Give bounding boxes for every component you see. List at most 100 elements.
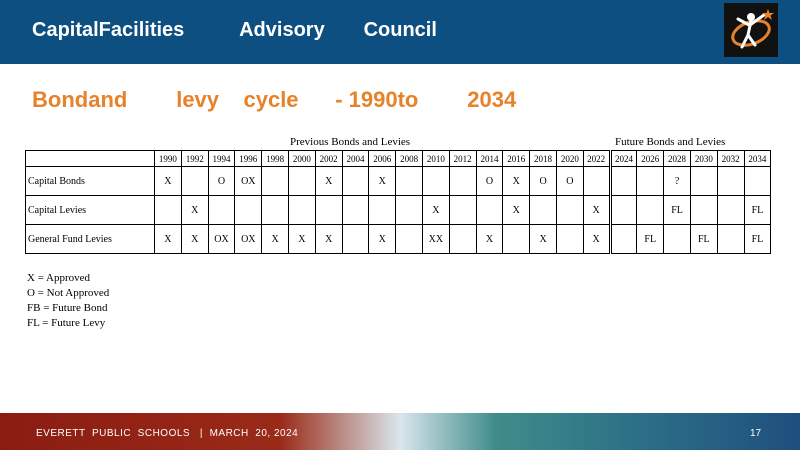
table-cell: X <box>154 166 182 196</box>
future-bonds-header: Future Bonds and Levies <box>615 136 726 148</box>
year-header-cell: 2018 <box>529 150 557 167</box>
slide-subtitle: Bondand levy cycle - 1990to 2034 <box>32 87 517 112</box>
table-cell: FL <box>689 224 718 254</box>
table-cell: XX <box>421 224 450 254</box>
table-cell: X <box>368 166 397 196</box>
district-logo-icon <box>724 3 778 57</box>
table-cell <box>636 166 665 196</box>
table-cell <box>234 195 263 225</box>
table-cell <box>636 195 665 225</box>
table-cell <box>341 224 370 254</box>
table-cell: ? <box>663 166 691 196</box>
table-cell <box>743 166 772 196</box>
table-cell: X <box>502 166 531 196</box>
table-cell <box>663 224 691 254</box>
table-cell: X <box>421 195 450 225</box>
year-header-cell: 1998 <box>261 150 289 167</box>
table-cell <box>395 195 423 225</box>
legend-item: X = Approved <box>27 272 91 284</box>
table-cell <box>689 195 718 225</box>
table-cell: FL <box>743 195 772 225</box>
table-cell <box>261 195 289 225</box>
year-header-cell: 1992 <box>180 150 209 167</box>
previous-bonds-header: Previous Bonds and Levies <box>290 136 411 148</box>
table-cell <box>287 195 316 225</box>
table-cell: FL <box>636 224 665 254</box>
table-cell: X <box>475 224 504 254</box>
table-cell <box>608 195 638 225</box>
table-cell <box>314 195 343 225</box>
year-header-cell: 2004 <box>341 150 370 167</box>
header-bar: CapitalFacilities Advisory Council <box>0 0 800 64</box>
table-cell <box>154 195 182 225</box>
legend-item: O = Not Approved <box>27 287 110 299</box>
page-number: 17 <box>750 428 762 439</box>
table-cell <box>368 195 397 225</box>
table-cell: O <box>529 166 557 196</box>
year-header-cell: 2006 <box>368 150 397 167</box>
year-header-row: 1990 1992 1994 1996 1998 2000 2002 2004 2006 2008… <box>25 150 772 167</box>
table-cell: FL <box>743 224 772 254</box>
table-cell: X <box>502 195 531 225</box>
table-cell <box>395 166 423 196</box>
table-cell <box>341 195 370 225</box>
table-cell: OX <box>234 224 263 254</box>
table-cell: X <box>582 195 611 225</box>
table-cell: O <box>555 166 584 196</box>
table-cell <box>716 224 745 254</box>
slide-title: CapitalFacilities Advisory Council <box>32 19 437 41</box>
table-cell: O <box>207 166 236 196</box>
table-cell <box>502 224 531 254</box>
year-header-cell: 2030 <box>689 150 718 167</box>
table-row: Capital Bonds X O OX X X O X O O? <box>25 166 772 196</box>
row-label: Capital Bonds <box>25 166 155 196</box>
table-cell <box>555 224 584 254</box>
row-label: Capital Levies <box>25 195 155 225</box>
legend: X = Approved O = Not Approved FB = Future … <box>27 271 109 331</box>
year-header-cell: 2012 <box>448 150 477 167</box>
legend-item: FL = Future Levy <box>27 317 106 329</box>
table-cell: X <box>582 224 611 254</box>
table-cell <box>716 195 745 225</box>
footer-text: EVERETT PUBLIC SCHOOLS | MARCH 20, 2024 <box>36 428 299 439</box>
year-header-cell: 2000 <box>287 150 316 167</box>
legend-item: FB = Future Bond <box>27 302 108 314</box>
year-header-cell: 2034 <box>743 150 772 167</box>
year-header-cell: 2028 <box>663 150 691 167</box>
table-cell: X <box>154 224 182 254</box>
year-header-cell: 1990 <box>154 150 182 167</box>
table-cell <box>689 166 718 196</box>
table-cell <box>608 166 638 196</box>
table-cell <box>716 166 745 196</box>
year-header-cell: 2032 <box>716 150 745 167</box>
table-cell: FL <box>663 195 691 225</box>
table-cell <box>582 166 611 196</box>
table-cell <box>608 224 638 254</box>
table-cell <box>341 166 370 196</box>
table-cell: O <box>475 166 504 196</box>
table-cell: X <box>314 224 343 254</box>
table-cell <box>555 195 584 225</box>
table-cell <box>529 195 557 225</box>
table-cell: X <box>529 224 557 254</box>
table-corner-cell <box>25 150 155 167</box>
table-cell: X <box>180 195 209 225</box>
table-cell: X <box>287 224 316 254</box>
table-cell <box>180 166 209 196</box>
table-cell: X <box>180 224 209 254</box>
bond-levy-table: 1990 1992 1994 1996 1998 2000 2002 2004 2006 2008… <box>25 150 772 254</box>
year-header-cell: 2020 <box>555 150 584 167</box>
table-cell <box>448 195 477 225</box>
year-header-cell: 2024 <box>608 150 638 167</box>
table-cell <box>395 224 423 254</box>
table-cell <box>421 166 450 196</box>
year-header-cell: 2026 <box>636 150 665 167</box>
table-row: General Fund Levies X X OX OX X X X X XX X X X FL FL FL <box>25 224 772 254</box>
table-cell <box>287 166 316 196</box>
table-cell: X <box>314 166 343 196</box>
table-cell: OX <box>207 224 236 254</box>
table-cell <box>261 166 289 196</box>
year-header-cell: 2014 <box>475 150 504 167</box>
year-header-cell: 1996 <box>234 150 263 167</box>
year-header-cell: 2022 <box>582 150 611 167</box>
